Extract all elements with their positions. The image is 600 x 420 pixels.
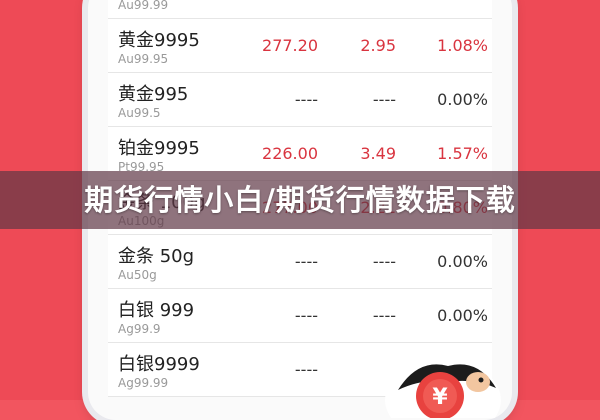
quote-name: 白银 999 [118,300,195,321]
quote-name: 金条 50g [118,246,195,267]
quote-price: ---- [294,90,318,109]
quote-row[interactable]: 黄金995 Au99.5 ---- ---- 0.00% [108,73,492,127]
svg-text:¥: ¥ [432,385,448,410]
quote-row[interactable]: 白银 999 Ag99.9 ---- ---- 0.00% [108,289,492,343]
quote-price: 277.20 [262,36,318,55]
quote-price: ---- [294,360,318,379]
quote-change-percent: 1.57% [437,144,488,163]
quote-price: ---- [294,252,318,271]
quote-row[interactable]: 黄金9999Au99.99277.322.821.03% [108,0,492,19]
quote-name: 白银9999 [118,354,200,375]
quote-code: Au50g [118,268,157,282]
quote-code: Ag99.99 [118,376,169,390]
quote-code: Ag99.9 [118,322,161,336]
quote-change-percent: 0.00% [437,90,488,109]
quote-change-percent: 0.00% [437,306,488,325]
quote-change: ---- [372,252,396,271]
quote-name: 黄金9995 [118,30,200,51]
yen-coin-mascot-icon: ¥ [385,360,501,418]
quote-price: 226.00 [262,144,318,163]
quote-row[interactable]: 黄金9995 Au99.95 277.20 2.95 1.08% [108,19,492,73]
quote-change-percent: 1.08% [437,36,488,55]
quote-change-percent: 1.03% [437,0,488,1]
quote-row[interactable]: 金条 50g Au50g ---- ---- 0.00% [108,235,492,289]
quote-name: 黄金995 [118,84,189,105]
quote-change: ---- [372,306,396,325]
quote-code: Au99.95 [118,52,169,66]
quote-change: 2.95 [360,36,396,55]
quote-code: Au99.99 [118,0,169,12]
quote-code: Au99.5 [118,106,161,120]
quote-price: 277.32 [262,0,318,1]
quote-name: 铂金9995 [118,138,200,159]
quote-change: 2.82 [360,0,396,1]
quote-price: ---- [294,306,318,325]
banner-title: 期货行情小白/期货行情数据下载 [84,183,516,217]
quote-change-percent: 0.00% [437,252,488,271]
quote-change: ---- [372,90,396,109]
quote-change: 3.49 [360,144,396,163]
